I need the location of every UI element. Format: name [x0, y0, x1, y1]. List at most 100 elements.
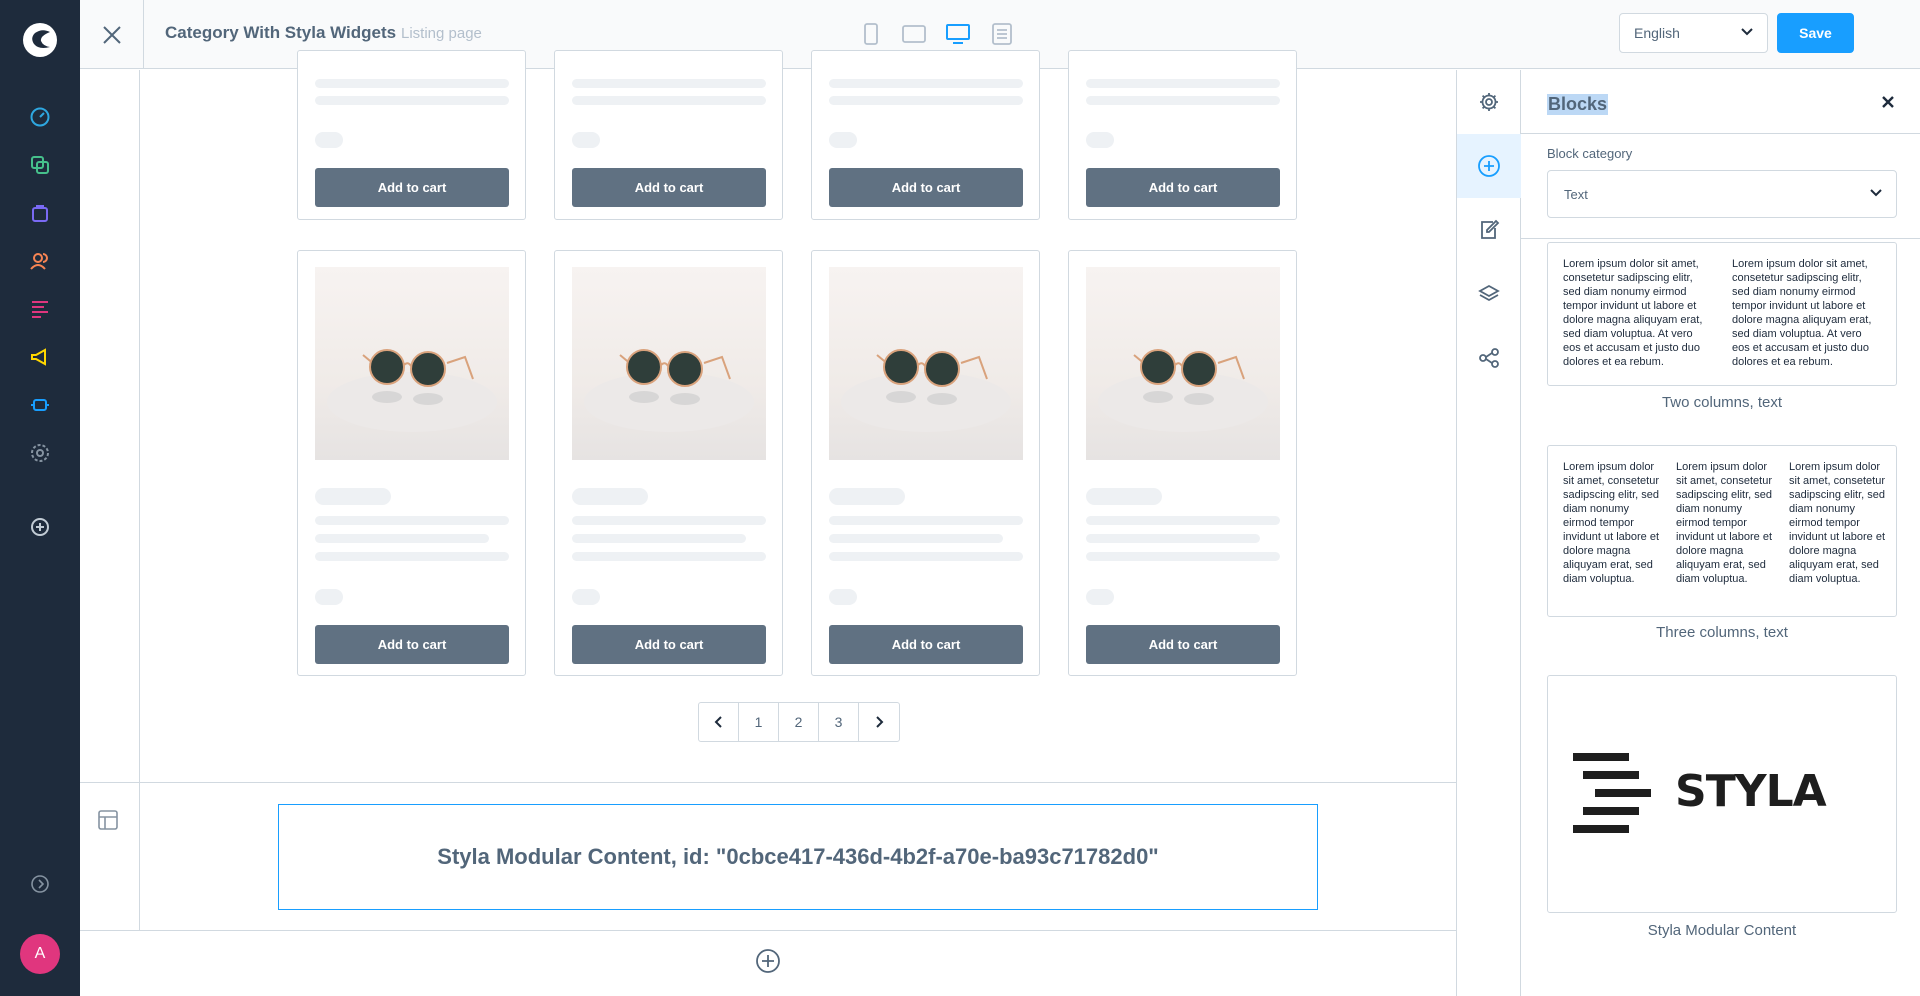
skeleton-title — [1086, 488, 1162, 505]
skeleton-price — [572, 589, 600, 605]
skeleton-line — [572, 534, 746, 543]
tab-share[interactable] — [1457, 326, 1521, 390]
add-to-cart-button[interactable]: Add to cart — [829, 168, 1023, 207]
skeleton-price — [829, 589, 857, 605]
skeleton-price — [1086, 589, 1114, 605]
panel-title: Blocks — [1547, 94, 1609, 115]
shopware-logo-icon[interactable] — [20, 20, 60, 60]
canvas-gutter — [80, 70, 140, 930]
add-app-icon[interactable] — [28, 515, 52, 539]
product-card: Add to cart — [554, 50, 783, 220]
dashboard-icon[interactable] — [28, 105, 52, 129]
settings-icon[interactable] — [28, 441, 52, 465]
edit-icon — [1481, 219, 1500, 239]
sidebar-tabs — [1456, 70, 1521, 996]
product-card: Add to cart — [297, 250, 526, 676]
product-image[interactable] — [315, 267, 509, 460]
chevron-right-icon — [876, 716, 884, 728]
content-icon[interactable] — [28, 297, 52, 321]
product-card: Add to cart — [1068, 250, 1297, 676]
panel-divider — [1521, 238, 1920, 239]
skeleton-line — [572, 96, 766, 105]
skeleton-line — [315, 516, 509, 525]
page-canvas: Add to cart Add to cart Add to cart Add to … — [80, 50, 1456, 996]
product-image[interactable] — [1086, 267, 1280, 460]
skeleton-line — [572, 516, 766, 525]
skeleton-line — [829, 516, 1023, 525]
pagination-prev-button[interactable] — [699, 703, 739, 741]
admin-sidebar: A — [0, 0, 80, 996]
section-layout-icon[interactable] — [96, 808, 122, 834]
pagination-page-2[interactable]: 2 — [779, 703, 819, 741]
add-to-cart-button[interactable]: Add to cart — [572, 625, 766, 664]
skeleton-line — [572, 552, 766, 561]
extensions-icon[interactable] — [28, 393, 52, 417]
marketing-icon[interactable] — [28, 345, 52, 369]
skeleton-line — [315, 552, 509, 561]
block-category-select[interactable]: Text — [1547, 170, 1897, 218]
add-section-button[interactable] — [755, 948, 781, 974]
skeleton-line — [1086, 96, 1280, 105]
language-select[interactable]: English — [1619, 13, 1768, 53]
form-view-icon[interactable] — [988, 20, 1016, 48]
page-type-label: Listing page — [401, 25, 482, 42]
close-editor-button[interactable] — [80, 0, 144, 69]
layers-icon — [1478, 284, 1500, 302]
mobile-view-icon[interactable] — [857, 20, 885, 48]
block-caption: Styla Modular Content — [1647, 922, 1797, 939]
add-to-cart-button[interactable]: Add to cart — [1086, 168, 1280, 207]
product-card: Add to cart — [1068, 50, 1297, 220]
skeleton-line — [829, 534, 1003, 543]
block-preview-text-col-3: Lorem ipsum dolor sit amet, consetetur s… — [1789, 461, 1886, 585]
plus-circle-icon — [1478, 155, 1500, 177]
skeleton-title — [829, 488, 905, 505]
block-category-label: Block category — [1547, 146, 1633, 161]
product-image[interactable] — [572, 267, 766, 460]
tab-edit[interactable] — [1457, 198, 1521, 262]
add-to-cart-button[interactable]: Add to cart — [1086, 625, 1280, 664]
block-preview-text-col-2: Lorem ipsum dolor sit amet, consetetur s… — [1676, 461, 1773, 585]
block-caption: Three columns, text — [1656, 624, 1788, 641]
skeleton-price — [572, 132, 600, 148]
pagination-page-3[interactable]: 3 — [819, 703, 859, 741]
chevron-down-icon — [1870, 189, 1882, 197]
block-preview-two-columns[interactable]: Lorem ipsum dolor sit amet, consetetur s… — [1547, 242, 1897, 386]
pagination-next-button[interactable] — [859, 703, 899, 741]
blocks-panel: Blocks Block category Text Lorem ipsum d… — [1521, 70, 1920, 996]
block-preview-styla[interactable]: STYLA — [1547, 675, 1897, 913]
desktop-view-icon[interactable] — [944, 20, 972, 48]
pagination-page-1[interactable]: 1 — [739, 703, 779, 741]
skeleton-price — [829, 132, 857, 148]
styla-logo-icon — [1573, 753, 1653, 833]
user-avatar[interactable]: A — [20, 934, 60, 974]
tab-settings[interactable] — [1457, 70, 1521, 134]
panel-header: Blocks — [1521, 70, 1920, 134]
product-image[interactable] — [829, 267, 1023, 460]
styla-modular-content-block[interactable]: Styla Modular Content, id: "0cbce417-436… — [278, 804, 1318, 910]
skeleton-line — [1086, 516, 1280, 525]
add-to-cart-button[interactable]: Add to cart — [315, 168, 509, 207]
add-to-cart-button[interactable]: Add to cart — [315, 625, 509, 664]
section-divider — [80, 782, 1456, 783]
skeleton-line — [1086, 534, 1260, 543]
block-preview-text-col-1: Lorem ipsum dolor sit amet, consetetur s… — [1563, 461, 1660, 585]
tab-blocks[interactable] — [1457, 134, 1521, 198]
product-card: Add to cart — [811, 250, 1040, 676]
block-category-value: Text — [1564, 187, 1588, 202]
catalogues-icon[interactable] — [28, 153, 52, 177]
skeleton-title — [315, 488, 391, 505]
orders-icon[interactable] — [28, 201, 52, 225]
add-to-cart-button[interactable]: Add to cart — [829, 625, 1023, 664]
skeleton-title — [572, 488, 648, 505]
close-panel-button[interactable] — [1881, 95, 1897, 111]
add-to-cart-button[interactable]: Add to cart — [572, 168, 766, 207]
block-preview-three-columns[interactable]: Lorem ipsum dolor sit amet, consetetur s… — [1547, 445, 1897, 617]
gear-icon — [1480, 93, 1498, 111]
customers-icon[interactable] — [28, 249, 52, 273]
expand-sidebar-icon[interactable] — [28, 872, 52, 896]
save-button[interactable]: Save — [1777, 13, 1854, 53]
skeleton-line — [315, 96, 509, 105]
chevron-down-icon — [1741, 28, 1753, 36]
tab-layers[interactable] — [1457, 262, 1521, 326]
tablet-view-icon[interactable] — [900, 20, 928, 48]
